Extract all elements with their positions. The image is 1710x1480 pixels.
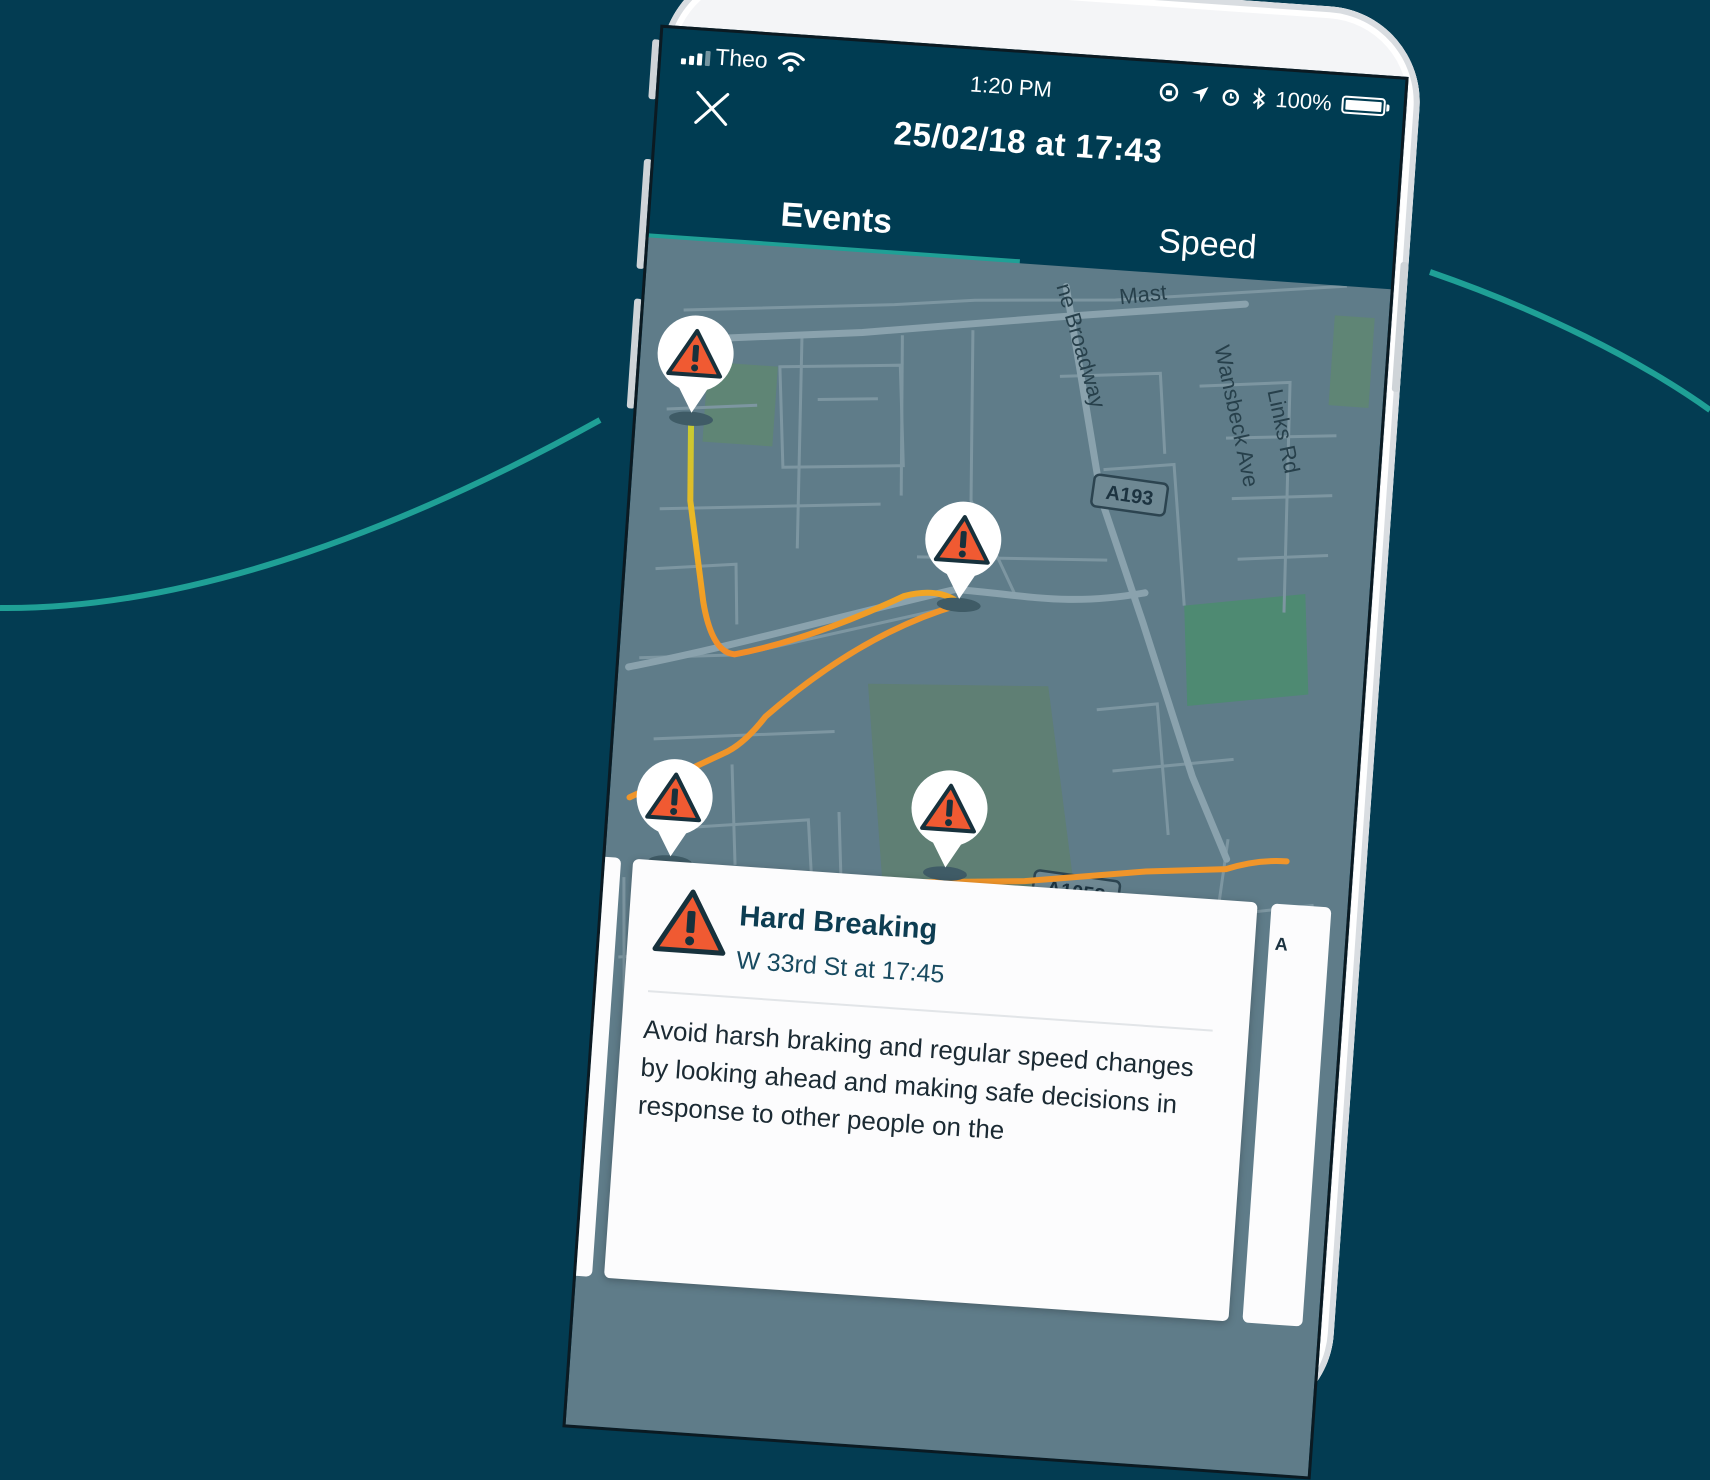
map-park bbox=[1184, 594, 1309, 707]
signal-strength-icon bbox=[680, 49, 711, 67]
battery-percentage: 100% bbox=[1274, 86, 1333, 116]
street-label-links: Links Rd bbox=[1263, 387, 1305, 476]
alarm-icon bbox=[1222, 89, 1239, 106]
rotation-lock-icon bbox=[1159, 83, 1178, 102]
status-indicators: 100% bbox=[1157, 79, 1387, 121]
location-arrow-icon bbox=[1191, 86, 1209, 103]
event-advice-text: Avoid harsh braking and regular speed ch… bbox=[637, 1013, 1195, 1146]
battery-icon bbox=[1340, 95, 1387, 117]
bluetooth-icon bbox=[1252, 87, 1266, 110]
wifi-icon bbox=[777, 52, 805, 72]
status-time: 1:20 PM bbox=[969, 71, 1053, 103]
warning-triangle-icon bbox=[652, 889, 726, 956]
street-label-wansbeck: Wansbeck Ave bbox=[1209, 343, 1263, 489]
carrier-name: Theo bbox=[714, 43, 769, 74]
event-location-time: W 33rd St at 17:45 bbox=[735, 946, 946, 989]
app-screen: Theo 1:20 PM 100% 25/02/18 at 17:43 Even… bbox=[562, 24, 1409, 1480]
event-detail-card[interactable]: Hard Breaking W 33rd St at 17:45 Avoid h… bbox=[603, 858, 1258, 1322]
phone-device: Theo 1:20 PM 100% 25/02/18 at 17:43 Even… bbox=[562, 0, 1427, 1480]
street-label-mast: Mast bbox=[1118, 279, 1168, 309]
map-park bbox=[1328, 315, 1375, 408]
next-event-card-label: A bbox=[1274, 933, 1289, 955]
event-title: Hard Breaking bbox=[738, 900, 939, 947]
event-marker[interactable] bbox=[632, 757, 716, 872]
